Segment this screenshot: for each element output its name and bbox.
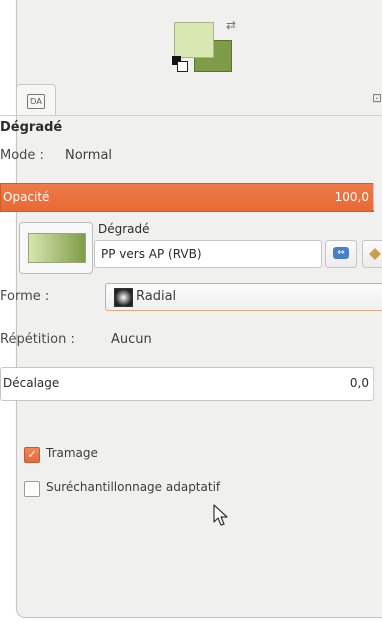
gradient-preview <box>28 233 86 263</box>
tab-tool-options[interactable]: ꝹA <box>16 84 56 116</box>
gradient-name-field[interactable]: PP vers AP (RVB) <box>94 240 322 268</box>
tab-divider <box>0 115 382 116</box>
shape-label: Forme : <box>0 289 50 304</box>
reverse-gradient-icon: ⇔ <box>333 247 349 259</box>
mode-label: Mode : <box>0 148 44 163</box>
gradient-label: Dégradé <box>98 222 150 236</box>
foreground-color-swatch[interactable] <box>174 22 214 58</box>
adaptive-supersampling-label: Suréchantillonnage adaptatif <box>46 480 221 494</box>
default-colors-icon[interactable] <box>172 56 188 72</box>
radial-icon <box>114 288 133 307</box>
repeat-value: Aucun <box>111 332 152 347</box>
dithering-label: Tramage <box>46 446 98 460</box>
offset-label: Décalage <box>3 376 60 390</box>
offset-value: 0,0 <box>349 376 369 390</box>
mouse-cursor-icon <box>213 504 228 526</box>
edit-gradient-icon <box>369 248 381 260</box>
opacity-value: 100,0 <box>334 190 369 204</box>
edit-gradient-button[interactable] <box>362 240 382 268</box>
opacity-label: Opacité <box>3 190 50 204</box>
dithering-checkbox[interactable]: ✓ <box>24 447 40 463</box>
offset-field[interactable]: Décalage 0,0 <box>0 367 374 401</box>
mode-select[interactable]: Normal ⌃ <box>62 142 382 170</box>
repeat-label: Répétition : <box>0 332 75 347</box>
opacity-slider[interactable]: Opacité 100,0 <box>0 183 374 212</box>
gradient-name: PP vers AP (RVB) <box>101 247 202 261</box>
tool-options-icon: ꝹA <box>27 94 45 109</box>
repeat-select[interactable]: Aucun ⌃ <box>104 326 382 354</box>
reverse-gradient-button[interactable]: ⇔ <box>325 240 357 268</box>
adaptive-supersampling-checkbox[interactable] <box>24 481 40 497</box>
default-white-square <box>177 61 188 72</box>
shape-value: Radial <box>136 289 177 304</box>
mode-value: Normal <box>65 148 113 163</box>
opacity-spin-button[interactable] <box>373 183 382 210</box>
swap-colors-icon[interactable]: ⇄ <box>226 18 242 32</box>
tab-menu-icon[interactable]: ⊡ <box>372 91 382 105</box>
tool-title: Dégradé <box>0 120 63 135</box>
offset-spin-button[interactable] <box>373 367 382 399</box>
shape-select[interactable]: Radial ⌃ <box>105 283 382 311</box>
gradient-preview-button[interactable] <box>19 222 93 274</box>
fg-bg-color-area: ⇄ <box>172 18 252 78</box>
